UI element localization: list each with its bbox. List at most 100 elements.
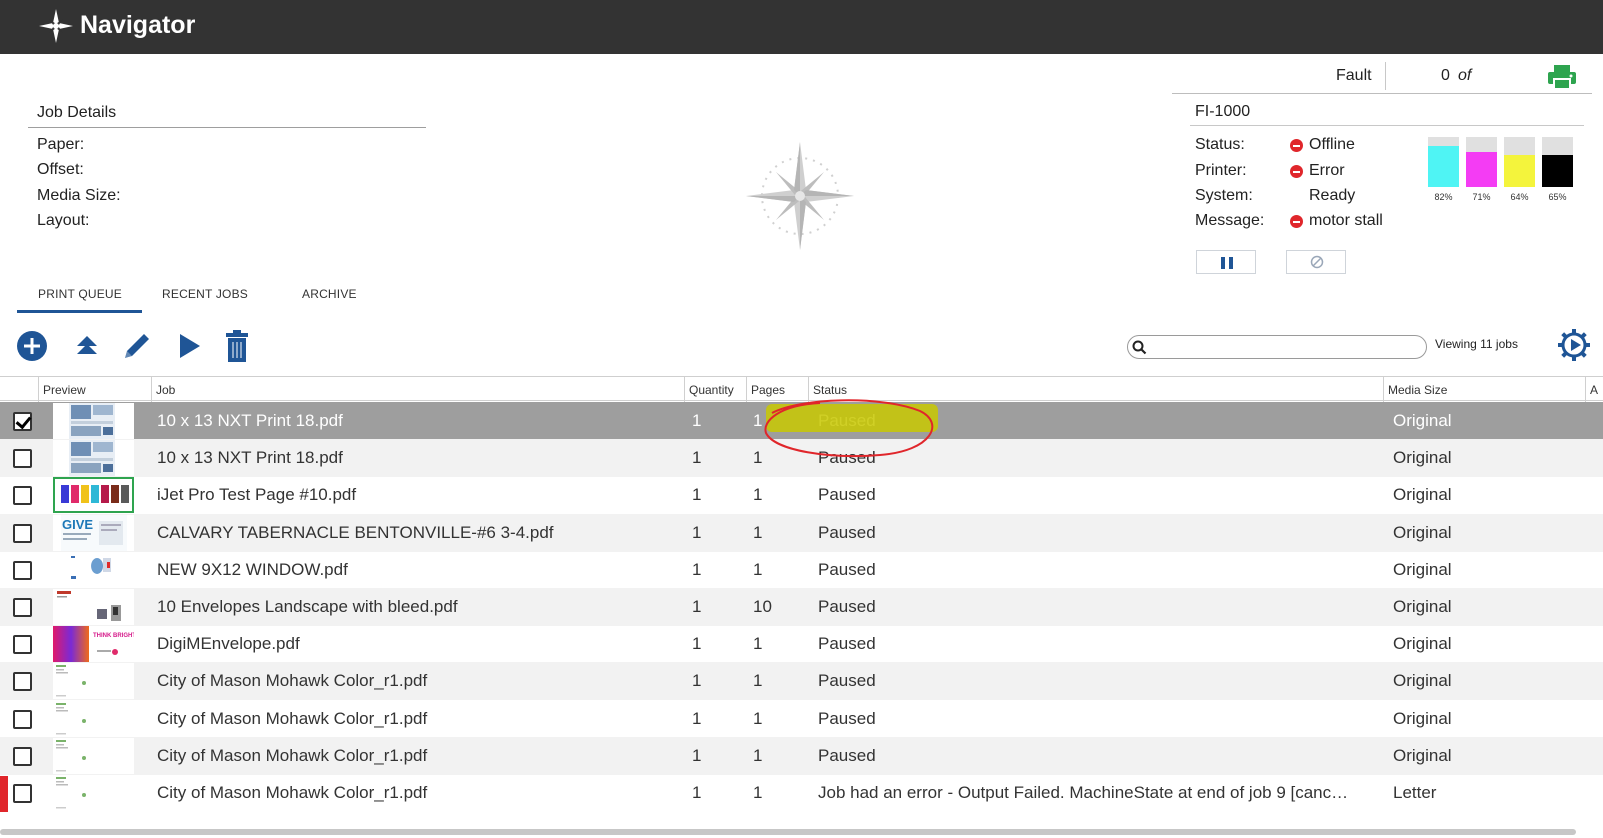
pause-icon bbox=[1221, 257, 1233, 269]
preview-thumbnail[interactable] bbox=[53, 477, 134, 514]
status-value: Offline bbox=[1309, 136, 1355, 153]
job-pages: 1 bbox=[753, 634, 763, 654]
preview-thumbnail[interactable]: THINK BRIGHT. bbox=[53, 626, 134, 663]
job-pages: 1 bbox=[753, 783, 763, 802]
job-name: iJet Pro Test Page #10.pdf bbox=[157, 485, 357, 505]
job-media-size: Letter bbox=[1393, 783, 1437, 802]
job-media-size: Original bbox=[1393, 671, 1452, 691]
tab-recent-jobs[interactable]: RECENT JOBS bbox=[162, 287, 248, 301]
job-name: 10 x 13 NXT Print 18.pdf bbox=[157, 448, 343, 468]
job-status: Job had an error - Output Failed. Machin… bbox=[818, 783, 1349, 802]
row-checkbox[interactable] bbox=[13, 784, 32, 803]
column-job[interactable]: Job bbox=[156, 383, 175, 397]
table-row[interactable]: City of Mason Mohawk Color_r1.pdf 1 1 Pause… bbox=[0, 736, 1603, 775]
svg-text:GIVE: GIVE bbox=[62, 517, 93, 532]
row-checkbox[interactable] bbox=[13, 635, 32, 655]
job-pages: 1 bbox=[753, 745, 763, 765]
job-media-size: Original bbox=[1393, 522, 1452, 542]
job-quantity: 1 bbox=[692, 411, 702, 430]
row-checkbox[interactable] bbox=[13, 709, 32, 729]
media-size-label: Media Size: bbox=[37, 187, 121, 204]
row-checkbox[interactable] bbox=[13, 523, 32, 543]
column-a[interactable]: A bbox=[1590, 383, 1598, 397]
job-quantity: 1 bbox=[692, 745, 702, 765]
ink-magenta bbox=[1466, 137, 1497, 187]
job-media-size: Original bbox=[1393, 448, 1452, 468]
ink-yellow bbox=[1504, 137, 1535, 187]
system-value: Ready bbox=[1309, 187, 1356, 204]
move-to-top-icon[interactable] bbox=[70, 329, 104, 363]
app-title: Navigator bbox=[80, 11, 196, 39]
row-checkbox[interactable] bbox=[13, 449, 32, 469]
preview-thumbnail[interactable]: GIVE bbox=[53, 514, 134, 551]
table-row[interactable]: City of Mason Mohawk Color_r1.pdf 1 1 Job h… bbox=[0, 774, 1603, 812]
preview-thumbnail[interactable] bbox=[53, 737, 134, 774]
ink-black-percent: 65% bbox=[1548, 192, 1567, 202]
row-checkbox[interactable] bbox=[13, 412, 32, 431]
job-details-divider bbox=[28, 127, 426, 128]
preview-thumbnail[interactable] bbox=[53, 589, 134, 625]
tab-print-queue[interactable]: PRINT QUEUE bbox=[38, 287, 122, 301]
column-separator bbox=[151, 377, 152, 402]
table-row[interactable]: THINK BRIGHT. DigiMEnvelope.pdf 1 1 Paused Or… bbox=[0, 625, 1603, 663]
red-circle-annotation bbox=[764, 399, 934, 458]
preview-thumbnail[interactable] bbox=[53, 440, 134, 477]
row-checkbox[interactable] bbox=[13, 746, 32, 766]
status-strip bbox=[1172, 60, 1592, 94]
job-pages: 1 bbox=[753, 485, 763, 505]
message-label: Message: bbox=[1195, 212, 1265, 229]
column-separator bbox=[684, 377, 685, 402]
row-checkbox[interactable] bbox=[13, 486, 32, 506]
column-preview[interactable]: Preview bbox=[43, 383, 86, 397]
table-row[interactable]: NEW 9X12 WINDOW.pdf 1 1 Paused Original bbox=[0, 551, 1603, 589]
job-pages: 1 bbox=[753, 559, 763, 579]
add-job-icon[interactable] bbox=[15, 329, 49, 363]
search-icon bbox=[1132, 340, 1147, 355]
table-row[interactable]: iJet Pro Test Page #10.pdf 1 1 Paused Origin… bbox=[0, 476, 1603, 514]
table-row[interactable]: GIVE CALVARY TABERNACLE BENTONVILLE-#6 3-… bbox=[0, 513, 1603, 552]
job-quantity: 1 bbox=[692, 559, 702, 579]
title-bar: Navigator bbox=[0, 0, 1603, 54]
preview-thumbnail[interactable] bbox=[53, 775, 134, 811]
job-media-size: Original bbox=[1393, 708, 1452, 728]
table-row[interactable]: 10 Envelopes Landscape with bleed.pdf 1 10… bbox=[0, 588, 1603, 626]
gear-icon[interactable] bbox=[1557, 328, 1591, 362]
row-checkbox[interactable] bbox=[13, 598, 32, 617]
ink-yellow-percent: 64% bbox=[1510, 192, 1529, 202]
tab-archive[interactable]: ARCHIVE bbox=[302, 287, 357, 301]
column-quantity[interactable]: Quantity bbox=[689, 383, 734, 397]
ink-magenta-percent: 71% bbox=[1472, 192, 1491, 202]
ink-cyan-level bbox=[1428, 146, 1459, 187]
table-row[interactable]: City of Mason Mohawk Color_r1.pdf 1 1 Pause… bbox=[0, 662, 1603, 701]
job-media-size: Original bbox=[1393, 485, 1452, 505]
ink-cyan bbox=[1428, 137, 1459, 187]
row-checkbox[interactable] bbox=[13, 560, 32, 580]
column-media-size[interactable]: Media Size bbox=[1388, 383, 1447, 397]
job-media-size: Original bbox=[1393, 745, 1452, 765]
ink-yellow-level bbox=[1504, 155, 1535, 187]
message-value: motor stall bbox=[1309, 212, 1383, 229]
trash-icon[interactable] bbox=[220, 329, 254, 363]
column-separator bbox=[38, 377, 39, 402]
printer-icon[interactable] bbox=[1547, 63, 1577, 91]
ink-cyan-percent: 82% bbox=[1434, 192, 1453, 202]
job-name: 10 x 13 NXT Print 18.pdf bbox=[157, 411, 343, 430]
pause-printer-button[interactable] bbox=[1196, 250, 1256, 274]
table-row[interactable]: City of Mason Mohawk Color_r1.pdf 1 1 Pause… bbox=[0, 700, 1603, 738]
preview-thumbnail[interactable] bbox=[53, 551, 134, 588]
row-checkbox[interactable] bbox=[13, 672, 32, 692]
preview-thumbnail[interactable] bbox=[53, 700, 134, 737]
preview-thumbnail[interactable] bbox=[53, 663, 134, 700]
search-input[interactable] bbox=[1127, 335, 1427, 359]
horizontal-scrollbar[interactable] bbox=[0, 829, 1576, 835]
preview-thumbnail[interactable] bbox=[53, 403, 134, 439]
job-status: Paused bbox=[818, 597, 876, 616]
ink-black bbox=[1542, 137, 1573, 187]
play-icon[interactable] bbox=[172, 329, 206, 363]
job-name: City of Mason Mohawk Color_r1.pdf bbox=[157, 745, 428, 765]
job-media-size: Original bbox=[1393, 411, 1452, 430]
cancel-printer-button[interactable] bbox=[1286, 250, 1346, 274]
job-name: City of Mason Mohawk Color_r1.pdf bbox=[157, 708, 428, 728]
job-media-size: Original bbox=[1393, 634, 1452, 654]
edit-pencil-icon[interactable] bbox=[120, 329, 154, 363]
